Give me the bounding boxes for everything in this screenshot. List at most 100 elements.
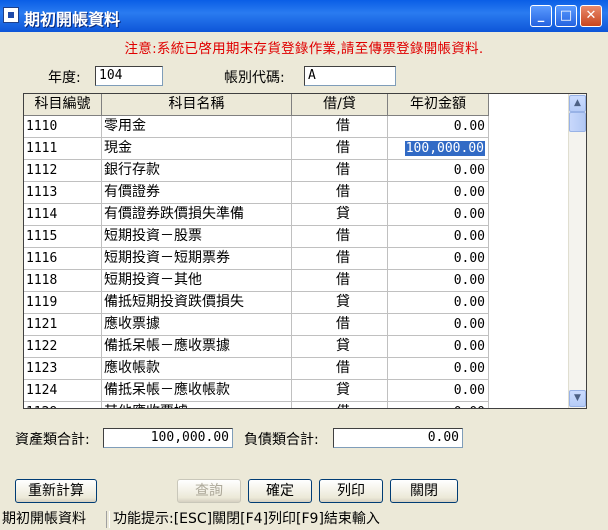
header-opening-amount[interactable]: 年初金額 (388, 94, 489, 116)
table-row[interactable]: 1112 銀行存款借 0.00 (24, 160, 489, 182)
cell-opening-amount[interactable]: 0.00 (388, 182, 489, 204)
header-debit-credit[interactable]: 借/貸 (292, 94, 388, 116)
window-title: 期初開帳資料 (24, 10, 121, 29)
minimize-button[interactable]: _ (530, 5, 552, 27)
grid-rows: 1110 零用金借 0.00 1111 現金借 100,000.00 1112 銀行存款借 0.… (24, 116, 489, 408)
cell-account-name: 銀行存款 (102, 160, 292, 182)
close-button[interactable]: 關閉 (390, 479, 458, 503)
accounts-grid[interactable]: 科目編號 科目名稱 借/貸 年初金額 1110 零用金借 0.00 1111 現金借 10… (23, 93, 587, 409)
cell-account-name: 短期投資－短期票券 (102, 248, 292, 270)
ledger-code-label: 帳別代碼: (224, 70, 285, 86)
print-button[interactable]: 列印 (319, 479, 383, 503)
cell-account-name: 短期投資－其他 (102, 270, 292, 292)
cell-opening-amount[interactable]: 0.00 (388, 226, 489, 248)
cell-account-name: 其他應收票據 (102, 402, 292, 408)
cell-account-name: 應收票據 (102, 314, 292, 336)
table-row[interactable]: 1121 應收票據借 0.00 (24, 314, 489, 336)
table-row[interactable]: 1116 短期投資－短期票券借 0.00 (24, 248, 489, 270)
cell-account-name: 備抵呆帳－應收帳款 (102, 380, 292, 402)
cell-account-name: 應收帳款 (102, 358, 292, 380)
cell-account-code: 1122 (24, 336, 102, 358)
asset-total-label: 資產類合計: (15, 432, 90, 448)
cell-opening-amount[interactable]: 0.00 (388, 358, 489, 380)
cell-opening-amount[interactable]: 0.00 (388, 402, 489, 408)
cell-opening-amount[interactable]: 0.00 (388, 380, 489, 402)
cell-opening-amount[interactable]: 0.00 (388, 248, 489, 270)
cell-account-name: 有價證券跌價損失準備 (102, 204, 292, 226)
cell-account-name: 備抵短期投資跌價損失 (102, 292, 292, 314)
recalculate-button[interactable]: 重新計算 (15, 479, 97, 503)
cell-opening-amount[interactable]: 0.00 (388, 204, 489, 226)
cell-opening-amount[interactable]: 0.00 (388, 336, 489, 358)
cell-account-code: 1113 (24, 182, 102, 204)
cell-opening-amount[interactable]: 0.00 (388, 314, 489, 336)
table-row[interactable]: 1124 備抵呆帳－應收帳款貸 0.00 (24, 380, 489, 402)
scroll-thumb[interactable] (569, 112, 586, 132)
cell-debit-credit: 借 (292, 402, 388, 408)
cell-opening-amount[interactable]: 0.00 (388, 160, 489, 182)
table-row[interactable]: 1113 有價證券借 0.00 (24, 182, 489, 204)
app-icon[interactable] (3, 7, 19, 23)
notice-message: 注意:系統已啓用期末存貨登錄作業,請至傳票登錄開帳資料. (124, 41, 484, 57)
cell-opening-amount[interactable]: 0.00 (388, 116, 489, 138)
status-form-name: 期初開帳資料 (2, 511, 86, 527)
table-row[interactable]: 1114 有價證券跌價損失準備貸 0.00 (24, 204, 489, 226)
cell-account-code: 1116 (24, 248, 102, 270)
table-row[interactable]: 1110 零用金借 0.00 (24, 116, 489, 138)
title-bar: 期初開帳資料 _ □ ✕ (0, 0, 608, 32)
table-row[interactable]: 1123 應收帳款借 0.00 (24, 358, 489, 380)
cell-debit-credit: 借 (292, 226, 388, 248)
cell-debit-credit: 借 (292, 314, 388, 336)
cell-debit-credit: 借 (292, 138, 388, 160)
cell-debit-credit: 借 (292, 182, 388, 204)
cell-account-code: 1123 (24, 358, 102, 380)
table-row[interactable]: 1129其他應收票據借0.00 (24, 402, 489, 408)
query-button[interactable]: 查詢 (177, 479, 241, 503)
header-account-name[interactable]: 科目名稱 (102, 94, 292, 116)
table-row[interactable]: 1118 短期投資－其他借 0.00 (24, 270, 489, 292)
cell-account-code: 1119 (24, 292, 102, 314)
close-window-button[interactable]: ✕ (580, 5, 602, 27)
asset-total-field: 100,000.00 (103, 428, 233, 448)
confirm-button[interactable]: 確定 (248, 479, 312, 503)
year-field[interactable]: 104 (95, 66, 163, 86)
maximize-button[interactable]: □ (555, 5, 577, 27)
cell-account-name: 備抵呆帳－應收票據 (102, 336, 292, 358)
ledger-code-field[interactable]: A (304, 66, 396, 86)
status-hint: 功能提示:[ESC]關閉[F4]列印[F9]結束輸入 (113, 511, 380, 527)
liability-total-label: 負債類合計: (244, 432, 319, 448)
cell-account-code: 1110 (24, 116, 102, 138)
cell-account-name: 有價證券 (102, 182, 292, 204)
cell-account-code: 1118 (24, 270, 102, 292)
cell-account-code: 1121 (24, 314, 102, 336)
status-bar: 期初開帳資料 功能提示:[ESC]關閉[F4]列印[F9]結束輸入 (0, 509, 608, 530)
cell-debit-credit: 借 (292, 160, 388, 182)
status-divider (106, 511, 110, 528)
table-row[interactable]: 1111 現金借 100,000.00 (24, 138, 489, 160)
cell-debit-credit: 貸 (292, 336, 388, 358)
cell-opening-amount[interactable]: 0.00 (388, 292, 489, 314)
cell-account-code: 1129 (24, 402, 102, 408)
cell-account-code: 1114 (24, 204, 102, 226)
scroll-down-icon[interactable]: ▼ (569, 390, 586, 407)
cell-account-code: 1111 (24, 138, 102, 160)
grid-header: 科目編號 科目名稱 借/貸 年初金額 (24, 94, 489, 116)
cell-account-code: 1112 (24, 160, 102, 182)
cell-debit-credit: 貸 (292, 204, 388, 226)
cell-opening-amount[interactable]: 100,000.00 (388, 138, 489, 160)
table-row[interactable]: 1115 短期投資－股票借 0.00 (24, 226, 489, 248)
table-row[interactable]: 1119 備抵短期投資跌價損失貸 0.00 (24, 292, 489, 314)
cell-debit-credit: 借 (292, 116, 388, 138)
scroll-up-icon[interactable]: ▲ (569, 95, 586, 112)
year-label: 年度: (48, 70, 81, 86)
header-account-code[interactable]: 科目編號 (24, 94, 102, 116)
cell-account-name: 現金 (102, 138, 292, 160)
cell-debit-credit: 貸 (292, 292, 388, 314)
vertical-scrollbar[interactable]: ▲ ▼ (568, 94, 586, 408)
selected-amount-text[interactable]: 100,000.00 (404, 141, 485, 156)
cell-account-name: 零用金 (102, 116, 292, 138)
cell-opening-amount[interactable]: 0.00 (388, 270, 489, 292)
cell-account-name: 短期投資－股票 (102, 226, 292, 248)
cell-debit-credit: 借 (292, 358, 388, 380)
table-row[interactable]: 1122 備抵呆帳－應收票據貸 0.00 (24, 336, 489, 358)
